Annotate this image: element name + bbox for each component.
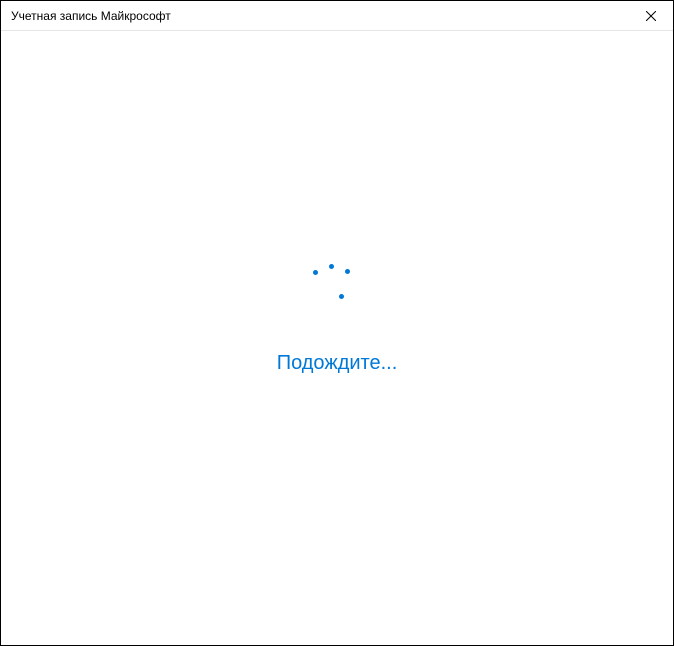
window-title: Учетная запись Майкрософт [11,9,171,23]
loading-spinner [307,252,367,312]
spinner-dot-icon [345,269,350,274]
titlebar: Учетная запись Майкрософт [1,1,673,31]
loading-text: Подождите... [277,352,398,375]
content-area: Подождите... [1,31,673,645]
spinner-dot-icon [313,270,318,275]
spinner-dot-icon [329,264,334,269]
close-icon [646,11,656,21]
close-button[interactable] [628,1,673,31]
dialog-window: Учетная запись Майкрософт Подождите... [0,0,674,646]
spinner-dot-icon [339,294,344,299]
